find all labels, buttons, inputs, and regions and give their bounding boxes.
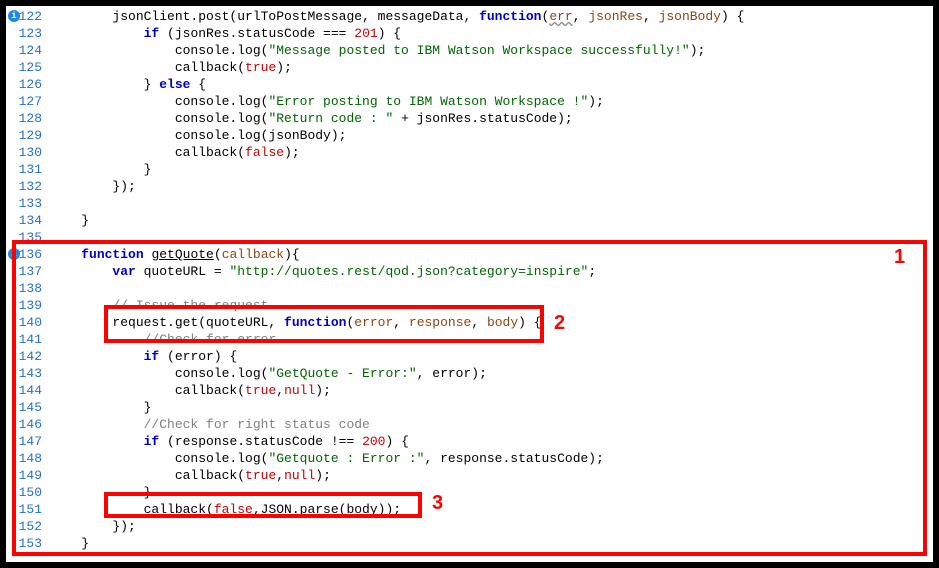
code-content[interactable]: console.log("Getquote : Error :", respon… (50, 450, 604, 467)
line-number: 125 (6, 59, 50, 76)
code-content[interactable]: } (50, 535, 89, 552)
code-content[interactable]: } (50, 399, 151, 416)
code-line[interactable]: 142 if (error) { (6, 348, 933, 365)
line-number: 136i (6, 246, 50, 263)
code-line[interactable]: 125 callback(true); (6, 59, 933, 76)
highlight-label-3: 3 (432, 492, 443, 515)
line-number: 144 (6, 382, 50, 399)
line-number: 153 (6, 535, 50, 552)
code-editor[interactable]: 122i jsonClient.post(urlToPostMessage, m… (6, 6, 933, 562)
line-number: 146 (6, 416, 50, 433)
code-content[interactable]: if (response.statusCode !== 200) { (50, 433, 409, 450)
code-line[interactable]: 131 } (6, 161, 933, 178)
code-content[interactable]: if (error) { (50, 348, 237, 365)
code-content[interactable]: console.log("Message posted to IBM Watso… (50, 42, 705, 59)
code-line[interactable]: 135 (6, 229, 933, 246)
line-number: 140 (6, 314, 50, 331)
line-number: 130 (6, 144, 50, 161)
line-number: 137 (6, 263, 50, 280)
code-content[interactable]: console.log("GetQuote - Error:", error); (50, 365, 487, 382)
code-line[interactable]: 130 callback(false); (6, 144, 933, 161)
line-number: 122i (6, 8, 50, 25)
code-line[interactable]: 144 callback(true,null); (6, 382, 933, 399)
line-number: 135 (6, 229, 50, 246)
code-line[interactable]: 139 // Issue the request (6, 297, 933, 314)
line-number: 134 (6, 212, 50, 229)
code-content[interactable]: }); (50, 518, 136, 535)
code-line[interactable]: 133 (6, 195, 933, 212)
code-content[interactable]: if (jsonRes.statusCode === 201) { (50, 25, 401, 42)
code-line[interactable]: 127 console.log("Error posting to IBM Wa… (6, 93, 933, 110)
line-number: 123 (6, 25, 50, 42)
code-content[interactable]: }); (50, 178, 136, 195)
highlight-label-2: 2 (554, 312, 565, 335)
code-content[interactable]: } (50, 212, 89, 229)
line-number: 127 (6, 93, 50, 110)
code-line[interactable]: 124 console.log("Message posted to IBM W… (6, 42, 933, 59)
line-number: 129 (6, 127, 50, 144)
code-line[interactable]: 122i jsonClient.post(urlToPostMessage, m… (6, 8, 933, 25)
code-line[interactable]: 146 //Check for right status code (6, 416, 933, 433)
code-content[interactable]: console.log("Return code : " + jsonRes.s… (50, 110, 573, 127)
line-number: 145 (6, 399, 50, 416)
line-number: 152 (6, 518, 50, 535)
code-content[interactable]: } else { (50, 76, 206, 93)
code-content[interactable]: // Issue the request (50, 297, 268, 314)
code-line[interactable]: 129 console.log(jsonBody); (6, 127, 933, 144)
code-line[interactable]: 147 if (response.statusCode !== 200) { (6, 433, 933, 450)
line-number: 128 (6, 110, 50, 127)
info-icon: i (8, 10, 20, 22)
info-icon: i (8, 248, 20, 260)
line-number: 138 (6, 280, 50, 297)
code-line[interactable]: 151 callback(false,JSON.parse(body)); (6, 501, 933, 518)
line-number: 131 (6, 161, 50, 178)
code-line[interactable]: 150 } (6, 484, 933, 501)
code-content[interactable]: jsonClient.post(urlToPostMessage, messag… (50, 8, 744, 25)
code-line[interactable]: 137 var quoteURL = "http://quotes.rest/q… (6, 263, 933, 280)
code-line[interactable]: 132 }); (6, 178, 933, 195)
line-number: 149 (6, 467, 50, 484)
code-line[interactable]: 126 } else { (6, 76, 933, 93)
line-number: 147 (6, 433, 50, 450)
code-content[interactable]: callback(true,null); (50, 467, 331, 484)
code-line[interactable]: 149 callback(true,null); (6, 467, 933, 484)
code-content[interactable]: callback(false); (50, 144, 300, 161)
line-number: 142 (6, 348, 50, 365)
code-content[interactable]: //Check for right status code (50, 416, 370, 433)
code-line[interactable]: 134 } (6, 212, 933, 229)
line-number: 133 (6, 195, 50, 212)
code-content[interactable]: //Check for error (50, 331, 276, 348)
code-content[interactable]: function getQuote(callback){ (50, 246, 300, 263)
code-line[interactable]: 145 } (6, 399, 933, 416)
code-line[interactable]: 152 }); (6, 518, 933, 535)
line-number: 126 (6, 76, 50, 93)
code-content[interactable]: } (50, 484, 151, 501)
line-number: 139 (6, 297, 50, 314)
code-content[interactable]: console.log("Error posting to IBM Watson… (50, 93, 604, 110)
line-number: 148 (6, 450, 50, 467)
code-content[interactable]: console.log(jsonBody); (50, 127, 346, 144)
line-number: 150 (6, 484, 50, 501)
code-line[interactable]: 123 if (jsonRes.statusCode === 201) { (6, 25, 933, 42)
code-line[interactable]: 143 console.log("GetQuote - Error:", err… (6, 365, 933, 382)
code-content[interactable]: var quoteURL = "http://quotes.rest/qod.j… (50, 263, 596, 280)
code-content[interactable]: } (50, 161, 151, 178)
code-line[interactable]: 140 request.get(quoteURL, function(error… (6, 314, 933, 331)
line-number: 141 (6, 331, 50, 348)
line-number: 151 (6, 501, 50, 518)
code-line[interactable]: 138 (6, 280, 933, 297)
code-content[interactable]: callback(false,JSON.parse(body)); (50, 501, 401, 518)
line-number: 143 (6, 365, 50, 382)
line-number: 132 (6, 178, 50, 195)
code-line[interactable]: 148 console.log("Getquote : Error :", re… (6, 450, 933, 467)
code-content[interactable]: callback(true,null); (50, 382, 331, 399)
code-line[interactable]: 153 } (6, 535, 933, 552)
line-number: 124 (6, 42, 50, 59)
highlight-label-1: 1 (894, 246, 905, 269)
code-line[interactable]: 136i function getQuote(callback){ (6, 246, 933, 263)
code-content[interactable]: callback(true); (50, 59, 292, 76)
code-content[interactable]: request.get(quoteURL, function(error, re… (50, 314, 542, 331)
code-line[interactable]: 141 //Check for error (6, 331, 933, 348)
code-line[interactable]: 128 console.log("Return code : " + jsonR… (6, 110, 933, 127)
